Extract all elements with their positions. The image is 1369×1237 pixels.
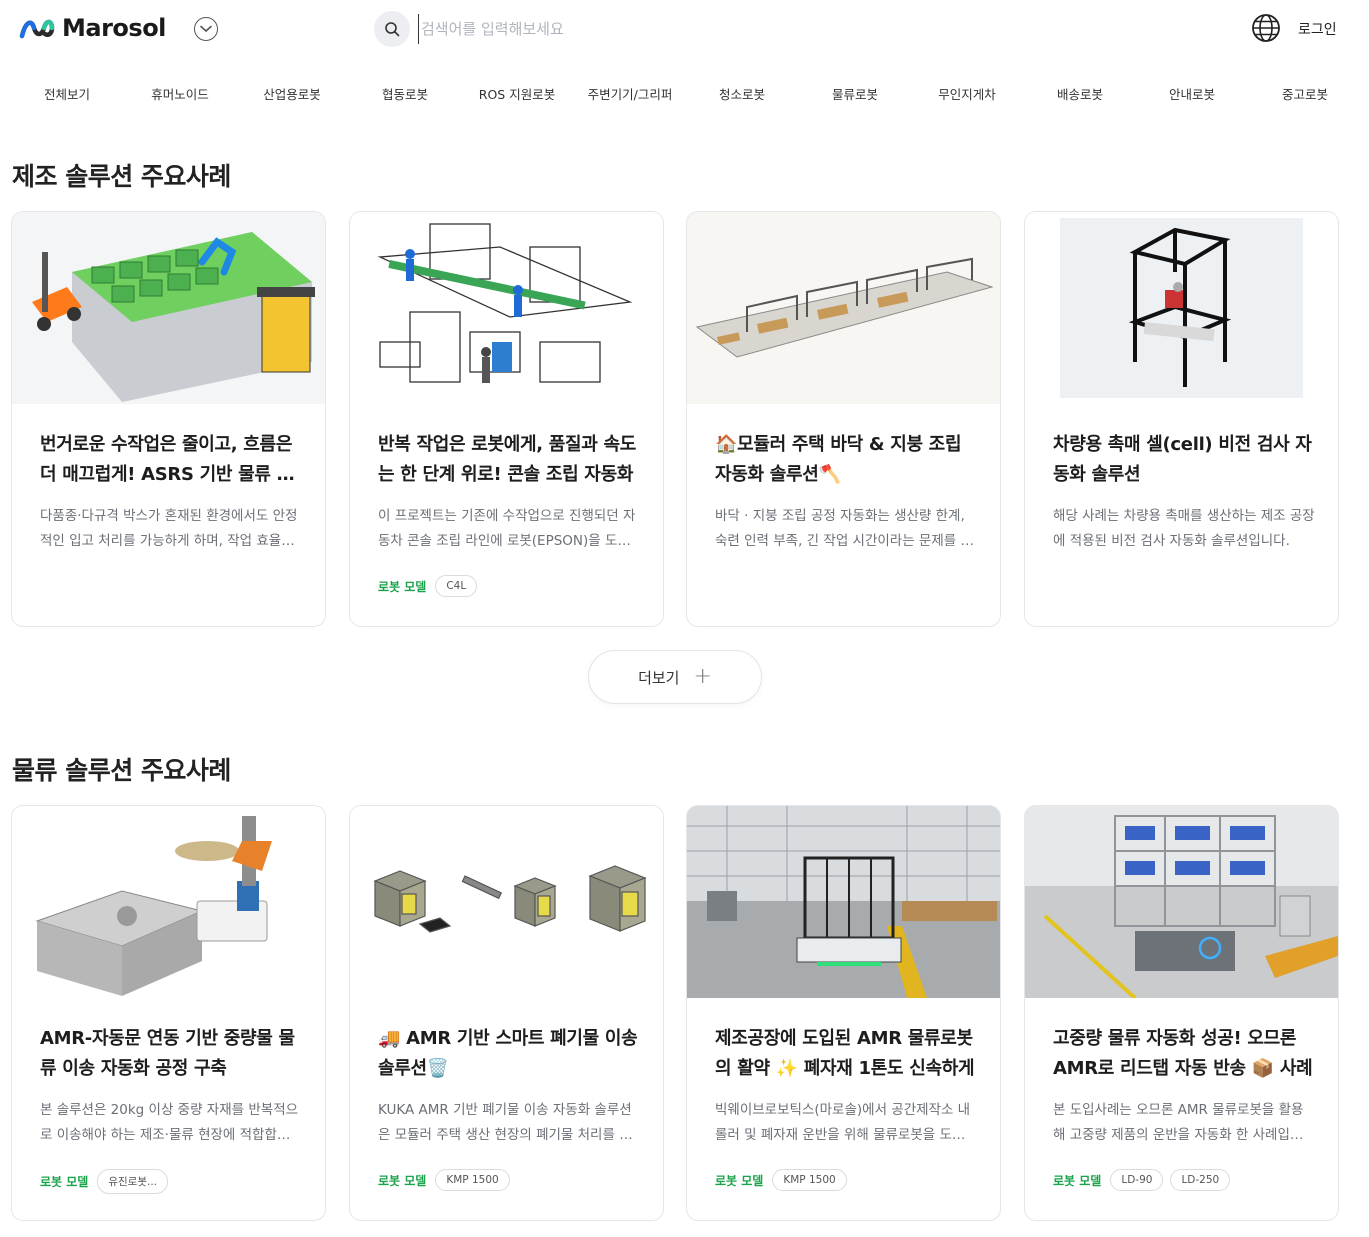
- more-button[interactable]: 더보기 +: [588, 650, 762, 704]
- robot-model-tags: 로봇 모델 LD-90 LD-250: [1053, 1169, 1231, 1191]
- category-cleaning[interactable]: 청소로봇: [719, 84, 765, 103]
- category-industrial[interactable]: 산업용로봇: [263, 84, 321, 103]
- chevron-down-icon[interactable]: [194, 17, 218, 41]
- case-thumbnail: [1025, 212, 1338, 404]
- case-thumbnail: [12, 212, 325, 404]
- case-title: 고중량 물류 자동화 성공! 오므론 AMR로 리드탭 자동 반송 📦 사례: [1053, 1028, 1313, 1079]
- case-description: 해당 사례는 차량용 촉매를 생산하는 제조 공장에 적용된 비전 검사 자동화…: [1053, 508, 1315, 549]
- case-description: 바닥 · 지붕 조립 공정 자동화는 생산량 한계, 숙련 인력 부족, 긴 작…: [715, 508, 973, 549]
- manufacturing-section-title: 제조 솔루션 주요사례: [12, 162, 231, 191]
- case-title: AMR-자동문 연동 기반 중량물 물류 이송 자동화 공정 구축: [40, 1028, 295, 1079]
- case-title: 🚚 AMR 기반 스마트 폐기물 이송 솔루션🗑️: [378, 1028, 638, 1079]
- robot-model-tag[interactable]: LD-250: [1170, 1169, 1231, 1191]
- category-cobot[interactable]: 협동로봇: [382, 84, 428, 103]
- robot-model-label: 로봇 모델: [1053, 1173, 1102, 1188]
- category-forklift[interactable]: 무인지게차: [938, 84, 996, 103]
- category-humanoid[interactable]: 휴머노이드: [151, 84, 209, 103]
- category-logistics[interactable]: 물류로봇: [832, 84, 878, 103]
- case-card[interactable]: 번거로운 수작업은 줄이고, 흐름은 더 매끄럽게! ASRS 기반 물류 자동…: [11, 211, 326, 627]
- robot-model-label: 로봇 모델: [378, 1173, 427, 1188]
- robot-model-tags: 로봇 모델 C4L: [378, 575, 478, 597]
- robot-model-tag[interactable]: 유진로봇...: [97, 1169, 168, 1194]
- search-input[interactable]: [418, 14, 838, 44]
- more-button-label: 더보기: [638, 668, 680, 687]
- robot-model-tag[interactable]: KMP 1500: [772, 1169, 847, 1191]
- case-thumbnail: [687, 806, 1000, 998]
- case-title: 🏠모듈러 주택 바닥 & 지붕 조립 자동화 솔루션🪓: [715, 434, 962, 485]
- login-link[interactable]: 로그인: [1298, 19, 1337, 39]
- case-card[interactable]: 🏠모듈러 주택 바닥 & 지붕 조립 자동화 솔루션🪓 바닥 · 지붕 조립 공…: [686, 211, 1001, 627]
- robot-model-tags: 로봇 모델 유진로봇...: [40, 1169, 168, 1194]
- case-description: 빅웨이브로보틱스(마로솔)에서 공간제작소 내 롤러 및 폐자재 운반을 위해 …: [715, 1102, 977, 1143]
- robot-model-label: 로봇 모델: [715, 1173, 764, 1188]
- case-description: 이 프로젝트는 기존에 수작업으로 진행되던 자동차 콘솔 조립 라인에 로봇(…: [378, 508, 636, 549]
- case-title: 반복 작업은 로봇에게, 품질과 속도는 한 단계 위로! 콘솔 조립 자동화: [378, 434, 637, 485]
- search-icon[interactable]: [374, 11, 410, 47]
- globe-icon[interactable]: [1251, 13, 1281, 43]
- robot-model-tags: 로봇 모델 KMP 1500: [378, 1169, 510, 1191]
- case-card[interactable]: AMR-자동문 연동 기반 중량물 물류 이송 자동화 공정 구축 본 솔루션은…: [11, 805, 326, 1221]
- case-title: 제조공장에 도입된 AMR 물류로봇의 활약 ✨ 폐자재 1톤도 신속하게: [715, 1028, 975, 1079]
- robot-model-tag[interactable]: LD-90: [1110, 1169, 1164, 1191]
- category-nav: 전체보기 휴머노이드 산업용로봇 협동로봇 ROS 지원로봇 주변기기/그리퍼 …: [0, 66, 1369, 116]
- logistics-section-title: 물류 솔루션 주요사례: [12, 756, 231, 785]
- robot-model-tag[interactable]: C4L: [435, 575, 478, 597]
- category-used[interactable]: 중고로봇: [1282, 84, 1328, 103]
- category-ros[interactable]: ROS 지원로봇: [479, 84, 555, 103]
- case-description: 다품종·다규격 박스가 혼재된 환경에서도 안정적인 입고 처리를 가능하게 하…: [40, 508, 298, 549]
- category-guide[interactable]: 안내로봇: [1169, 84, 1215, 103]
- marosol-logo-icon: [19, 19, 55, 39]
- plus-icon: +: [693, 664, 712, 689]
- case-card[interactable]: 차량용 촉매 셀(cell) 비전 검사 자동화 솔루션 해당 사례는 차량용 …: [1024, 211, 1339, 627]
- category-delivery[interactable]: 배송로봇: [1057, 84, 1103, 103]
- case-card[interactable]: 반복 작업은 로봇에게, 품질과 속도는 한 단계 위로! 콘솔 조립 자동화 …: [349, 211, 664, 627]
- case-description: 본 도입사례는 오므론 AMR 물류로봇을 활용해 고중량 제품의 운반을 자동…: [1053, 1102, 1304, 1143]
- robot-model-tag[interactable]: KMP 1500: [435, 1169, 510, 1191]
- brand-name: Marosol: [62, 14, 166, 42]
- case-card[interactable]: 제조공장에 도입된 AMR 물류로봇의 활약 ✨ 폐자재 1톤도 신속하게 빅웨…: [686, 805, 1001, 1221]
- case-card[interactable]: 고중량 물류 자동화 성공! 오므론 AMR로 리드탭 자동 반송 📦 사례 본…: [1024, 805, 1339, 1221]
- case-card[interactable]: 🚚 AMR 기반 스마트 폐기물 이송 솔루션🗑️ KUKA AMR 기반 폐기…: [349, 805, 664, 1221]
- brand-logo[interactable]: Marosol: [18, 14, 166, 42]
- case-title: 차량용 촉매 셀(cell) 비전 검사 자동화 솔루션: [1053, 434, 1312, 485]
- top-header: Marosol 로그인: [0, 0, 1369, 60]
- case-thumbnail: [687, 212, 1000, 404]
- robot-model-label: 로봇 모델: [40, 1175, 89, 1189]
- case-thumbnail: [1025, 806, 1338, 998]
- robot-model-label: 로봇 모델: [378, 579, 427, 594]
- case-thumbnail: [12, 806, 325, 998]
- robot-model-tags: 로봇 모델 KMP 1500: [715, 1169, 847, 1191]
- case-thumbnail: [350, 806, 663, 998]
- case-thumbnail: [350, 212, 663, 404]
- category-all[interactable]: 전체보기: [44, 84, 90, 103]
- category-peripherals[interactable]: 주변기기/그리퍼: [588, 84, 673, 103]
- case-description: 본 솔루션은 20kg 이상 중량 자재를 반복적으로 이송해야 하는 제조·물…: [40, 1102, 299, 1143]
- case-description: KUKA AMR 기반 폐기물 이송 자동화 솔루션은 모듈러 주택 생산 현장…: [378, 1102, 632, 1143]
- case-title: 번거로운 수작업은 줄이고, 흐름은 더 매끄럽게! ASRS 기반 물류 자동…: [40, 434, 293, 485]
